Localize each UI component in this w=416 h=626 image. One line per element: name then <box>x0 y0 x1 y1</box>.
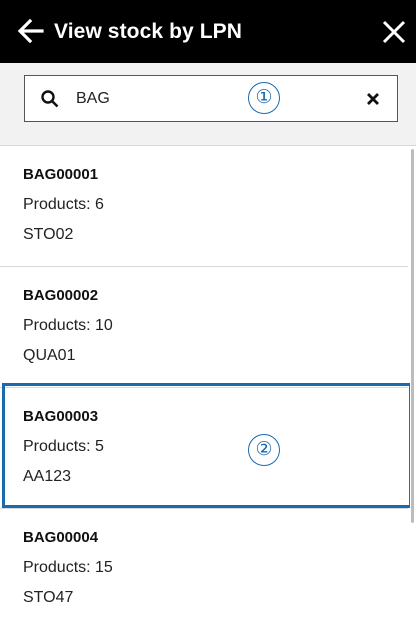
list-item[interactable]: BAG00002 Products: 10 QUA01 <box>0 268 408 388</box>
list-item[interactable]: BAG00001 Products: 6 STO02 <box>0 147 408 267</box>
page-title: View stock by LPN <box>54 20 243 43</box>
back-button[interactable] <box>16 16 46 46</box>
search-input[interactable] <box>76 76 326 121</box>
callout-marker-2: ② <box>248 434 280 466</box>
close-button[interactable] <box>380 18 408 46</box>
scroll-thumb[interactable] <box>411 149 414 523</box>
products-count: Products: 5 <box>23 438 104 455</box>
products-count: Products: 15 <box>23 559 113 576</box>
location-code: AA123 <box>23 468 72 485</box>
location-code: STO47 <box>23 589 74 606</box>
search-area <box>0 63 416 146</box>
app-header: View stock by LPN <box>0 0 416 63</box>
products-count: Products: 6 <box>23 196 104 213</box>
location-code: QUA01 <box>23 347 76 364</box>
search-icon <box>41 90 59 108</box>
lpn-label: BAG00003 <box>23 408 99 425</box>
products-count: Products: 10 <box>23 317 113 334</box>
list-item[interactable]: BAG00003 Products: 5 AA123 <box>0 389 408 509</box>
lpn-label: BAG00001 <box>23 166 99 183</box>
arrow-left-icon <box>17 18 44 44</box>
lpn-label: BAG00004 <box>23 529 99 546</box>
close-icon <box>382 20 406 44</box>
lpn-label: BAG00002 <box>23 287 99 304</box>
search-field[interactable] <box>24 75 398 122</box>
callout-marker-1: ① <box>248 82 280 114</box>
list-item[interactable]: BAG00004 Products: 15 STO47 <box>0 510 408 626</box>
location-code: STO02 <box>23 226 74 243</box>
lpn-list: BAG00001 Products: 6 STO02 BAG00002 Prod… <box>0 147 408 626</box>
clear-icon[interactable] <box>363 89 383 109</box>
scrollbar[interactable] <box>410 147 416 626</box>
